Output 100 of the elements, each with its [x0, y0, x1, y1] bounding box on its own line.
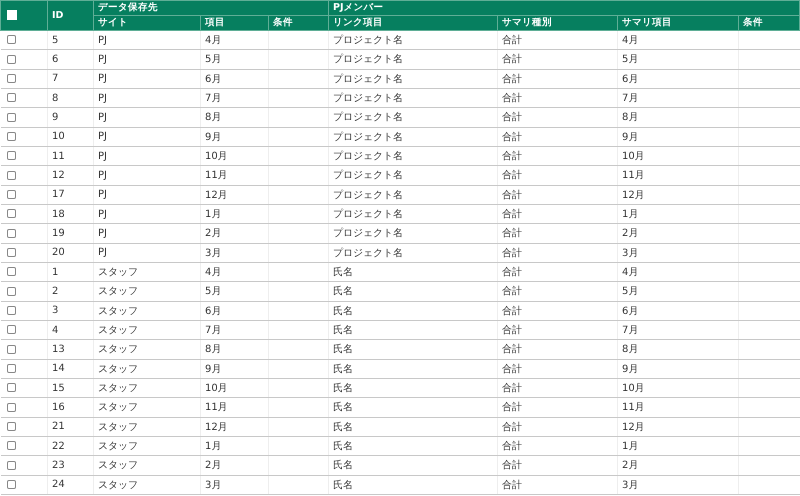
- table-cell: 7月: [200, 88, 268, 108]
- table-cell: 2: [48, 282, 94, 302]
- table-cell: PJ: [94, 50, 200, 70]
- table-cell: 2月: [200, 456, 268, 476]
- table-cell: プロジェクト名: [328, 204, 498, 224]
- table-cell: 氏名: [328, 378, 498, 398]
- row-checkbox[interactable]: [6, 170, 16, 180]
- table-cell: 3月: [618, 243, 738, 262]
- table-cell: 1月: [618, 204, 738, 224]
- row-checkbox[interactable]: [6, 74, 16, 84]
- table-cell: 4月: [200, 30, 268, 50]
- table-cell: プロジェクト名: [328, 185, 498, 204]
- table-cell: スタッフ: [94, 417, 200, 436]
- table-cell: 9月: [200, 359, 268, 378]
- table-cell: 12月: [200, 185, 268, 204]
- table-cell: PJ: [94, 224, 200, 244]
- table-cell: 8月: [618, 108, 738, 128]
- table-cell: 8月: [200, 340, 268, 360]
- table-cell: 4月: [618, 30, 738, 50]
- table-cell: 1: [48, 262, 94, 282]
- table-cell: 氏名: [328, 398, 498, 418]
- table-cell: PJ: [94, 204, 200, 224]
- row-checkbox[interactable]: [6, 112, 16, 122]
- table-cell: 10: [48, 127, 94, 146]
- table-cell: 氏名: [328, 340, 498, 360]
- group-header: データ保存先: [94, 0, 328, 16]
- table-cell: 11月: [618, 166, 738, 186]
- table-cell: スタッフ: [94, 340, 200, 360]
- table-cell: 氏名: [328, 436, 498, 456]
- table-cell: スタッフ: [94, 378, 200, 398]
- row-checkbox[interactable]: [6, 460, 16, 470]
- table-cell: 合計: [498, 262, 618, 282]
- row-checkbox[interactable]: [6, 286, 16, 296]
- table-cell: PJ: [94, 69, 200, 88]
- table-cell: 11月: [200, 166, 268, 186]
- row-checkbox[interactable]: [6, 35, 16, 44]
- table-cell: スタッフ: [94, 436, 200, 456]
- table-cell: 7月: [200, 320, 268, 340]
- row-checkbox[interactable]: [6, 364, 16, 373]
- row-checkbox[interactable]: [6, 132, 16, 142]
- table-cell: 16: [48, 398, 94, 418]
- table-cell: 5月: [200, 50, 268, 70]
- row-checkbox[interactable]: [6, 344, 16, 354]
- table-cell: PJ: [94, 185, 200, 204]
- row-checkbox[interactable]: [6, 306, 16, 316]
- table-cell: 3: [48, 301, 94, 320]
- table-cell: 21: [48, 417, 94, 436]
- column-header[interactable]: サマリ項目: [618, 16, 738, 30]
- row-checkbox[interactable]: [6, 402, 16, 412]
- row-checkbox[interactable]: [6, 190, 16, 200]
- column-header[interactable]: リンク項目: [328, 16, 498, 30]
- table-cell: 合計: [498, 224, 618, 244]
- table-cell: 5: [48, 30, 94, 50]
- table-cell: スタッフ: [94, 301, 200, 320]
- table-cell: スタッフ: [94, 282, 200, 302]
- row-checkbox[interactable]: [6, 54, 16, 64]
- row-checkbox[interactable]: [6, 209, 16, 218]
- row-checkbox[interactable]: [6, 228, 16, 238]
- table-cell: 5月: [200, 282, 268, 302]
- row-checkbox[interactable]: [6, 383, 16, 392]
- table-cell: 合計: [498, 475, 618, 494]
- table-cell: 6月: [618, 69, 738, 88]
- row-checkbox[interactable]: [6, 151, 16, 160]
- table-cell: 8月: [618, 340, 738, 360]
- column-header[interactable]: 項目: [200, 16, 268, 30]
- column-header[interactable]: サマリ種別: [498, 16, 618, 30]
- column-header[interactable]: 条件: [738, 16, 800, 30]
- table-cell: 15: [48, 378, 94, 398]
- table-cell: 1月: [200, 436, 268, 456]
- table-cell: 4月: [200, 262, 268, 282]
- table-cell: PJ: [94, 146, 200, 166]
- table-cell: 8: [48, 88, 94, 108]
- table-cell: 5月: [618, 282, 738, 302]
- table-cell: 23: [48, 456, 94, 476]
- row-checkbox[interactable]: [6, 422, 16, 431]
- table-cell: 氏名: [328, 320, 498, 340]
- row-checkbox[interactable]: [6, 267, 16, 276]
- row-checkbox[interactable]: [6, 441, 16, 450]
- table-cell: 12月: [618, 417, 738, 436]
- table-cell: 合計: [498, 378, 618, 398]
- row-checkbox[interactable]: [6, 93, 16, 102]
- table-cell: 合計: [498, 146, 618, 166]
- row-checkbox[interactable]: [6, 248, 16, 258]
- column-header[interactable]: ID: [48, 0, 94, 30]
- table-cell: 合計: [498, 359, 618, 378]
- table-cell: 合計: [498, 398, 618, 418]
- column-header[interactable]: 条件: [268, 16, 328, 30]
- column-header[interactable]: サイト: [94, 16, 200, 30]
- table-cell: プロジェクト名: [328, 30, 498, 50]
- group-header: PJメンバー: [328, 0, 800, 16]
- table-cell: 合計: [498, 320, 618, 340]
- table-cell: 14: [48, 359, 94, 378]
- row-checkbox[interactable]: [6, 325, 16, 334]
- table-cell: 合計: [498, 282, 618, 302]
- table-cell: 合計: [498, 88, 618, 108]
- table-cell: プロジェクト名: [328, 88, 498, 108]
- select-all-checkbox[interactable]: [7, 10, 17, 20]
- table-cell: 19: [48, 224, 94, 244]
- table-cell: プロジェクト名: [328, 224, 498, 244]
- row-checkbox[interactable]: [6, 480, 16, 489]
